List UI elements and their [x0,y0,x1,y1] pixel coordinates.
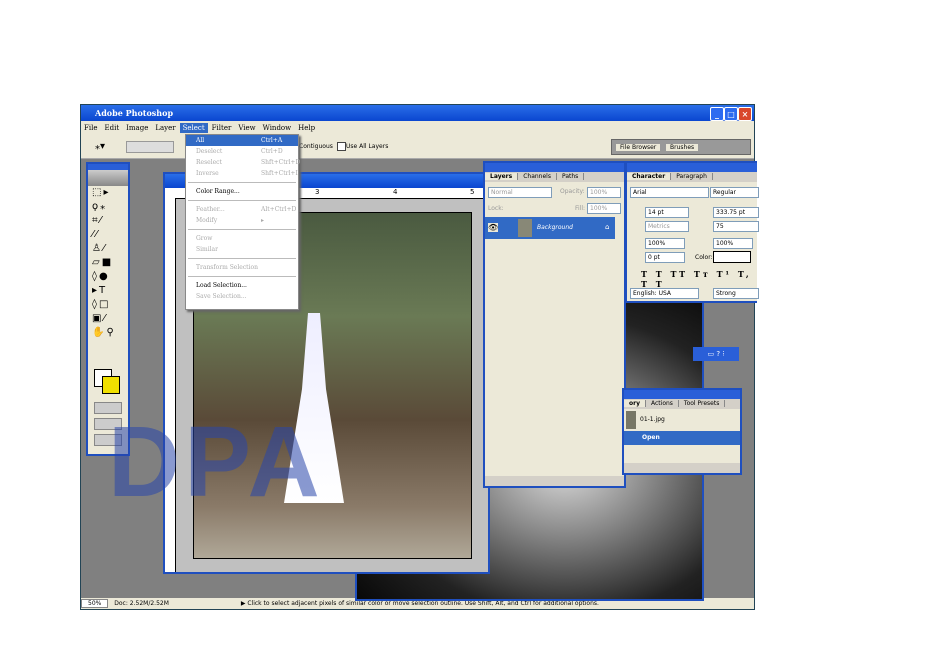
title-bar: Adobe Photoshop _ □ × [81,105,754,121]
menu-separator [188,182,296,183]
tracking-field[interactable]: 75 [713,221,759,232]
layer-row-background[interactable]: 👁 Background ⌂ [485,217,615,239]
tab-paragraph[interactable]: Paragraph [671,173,713,180]
font-family-select[interactable]: Arial [630,187,709,198]
lock-icon: ⌂ [605,223,610,231]
select-menu: All Ctrl+A Deselect Ctrl+D Reselect Shft+Ctrl… [185,134,300,310]
menu-separator [188,200,296,201]
menu-item-all[interactable]: All Ctrl+A [186,135,298,146]
tool-grid[interactable]: ⬚▸ ϙ⁎ ⌗⁄ ⁄⁄ ♙⁄ ▱■ ◊● ▸T ◊□ ▣⁄ ✋⚲ [88,186,128,340]
tab-channels[interactable]: Channels [518,173,557,180]
text-style-buttons[interactable]: T T TT Tт T¹ T, T T [641,269,757,289]
blend-mode-select[interactable]: Normal [488,187,552,198]
menu-item-inverse[interactable]: Inverse Shft+Ctrl+I [186,168,298,179]
font-size-field[interactable]: 14 pt [645,207,689,218]
history-footer-buttons[interactable] [624,463,740,473]
menu-item-feather[interactable]: Feather... Alt+Ctrl+D [186,204,298,215]
doc-size[interactable]: Doc: 2.52M/2.52M [114,600,169,607]
history-snapshot[interactable]: 01-1.jpg [624,409,740,431]
menu-item-similar[interactable]: Similar [186,244,298,255]
menu-window[interactable]: Window [260,123,295,133]
floating-mini-palette[interactable]: ▭ ? ⁝ [693,347,739,361]
menu-bar: File Edit Image Layer Select Filter View Window… [81,121,754,136]
close-button[interactable]: × [738,107,752,121]
watermark: DPA [108,406,324,518]
fill-field[interactable]: 100% [587,203,621,214]
menu-layer[interactable]: Layer [152,123,178,133]
font-style-select[interactable]: Regular [710,187,759,198]
use-all-layers-checkbox[interactable] [337,142,346,151]
menu-file[interactable]: File [81,123,100,133]
menu-separator [188,258,296,259]
menu-item-reselect[interactable]: Reselect Shft+Ctrl+D [186,157,300,168]
menu-item-load-selection[interactable]: Load Selection... [186,280,298,291]
layers-footer-buttons[interactable] [485,476,624,486]
file-browser-tab[interactable]: File Browser [616,144,661,151]
history-panel: ory Actions Tool Presets 01-1.jpg Open [622,388,742,475]
maximize-button[interactable]: □ [724,107,738,121]
menu-image[interactable]: Image [123,123,151,133]
brushes-tab[interactable]: Brushes [666,144,699,151]
tab-layers[interactable]: Layers [485,173,519,180]
layer-thumbnail [518,219,532,237]
eye-icon[interactable]: 👁 [488,223,499,232]
selection-mode-buttons[interactable] [126,141,174,153]
menu-filter[interactable]: Filter [209,123,235,133]
menu-separator [188,276,296,277]
status-hint: Click to select adjacent pixels of simil… [247,600,599,607]
contiguous-label: Contiguous [299,143,333,150]
menu-edit[interactable]: Edit [101,123,122,133]
menu-item-transform-selection[interactable]: Transform Selection [186,262,298,273]
kerning-field[interactable]: Metrics [645,221,689,232]
opacity-field[interactable]: 100% [587,187,621,198]
menu-item-modify[interactable]: Modify ▸ [186,215,298,226]
menu-item-color-range[interactable]: Color Range... [186,186,298,197]
menu-item-save-selection[interactable]: Save Selection... [186,291,298,302]
tab-tool-presets[interactable]: Tool Presets [678,400,726,407]
menu-separator [188,229,296,230]
menu-help[interactable]: Help [295,123,318,133]
zoom-field[interactable]: 50% [81,599,109,608]
leading-field[interactable]: 333.75 pt [713,207,759,218]
baseline-shift-field[interactable]: 0 pt [645,252,685,263]
tab-paths[interactable]: Paths [556,173,585,180]
background-color-swatch[interactable] [102,376,120,394]
tab-actions[interactable]: Actions [646,400,679,407]
photoshop-logo [88,170,128,186]
vertical-scale-field[interactable]: 100% [645,238,685,249]
app-title: Adobe Photoshop [95,108,174,118]
language-select[interactable]: English: USA [630,288,699,299]
menu-view[interactable]: View [235,123,258,133]
minimize-button[interactable]: _ [710,107,724,121]
magic-wand-icon[interactable]: ⁎▾ [95,141,105,152]
anti-alias-select[interactable]: Strong [713,288,759,299]
tab-character[interactable]: Character [627,173,672,180]
menu-item-grow[interactable]: Grow [186,233,298,244]
layers-panel: Layers Channels Paths Normal Opacity: 100%… [483,161,626,488]
menu-item-deselect[interactable]: Deselect Ctrl+D [186,146,298,157]
history-step-open[interactable]: Open [624,431,740,445]
menu-select[interactable]: Select [179,123,208,133]
layer-name: Background [537,224,573,231]
tab-history[interactable]: ory [624,400,646,407]
options-bar: ⁎▾ Contiguous Use All Layers File Browse… [81,136,754,159]
character-panel: Character Paragraph Arial Regular 14 pt 3… [625,161,759,303]
horizontal-scale-field[interactable]: 100% [713,238,753,249]
use-all-layers-label: Use All Layers [346,143,389,150]
text-color-swatch[interactable] [713,251,751,263]
